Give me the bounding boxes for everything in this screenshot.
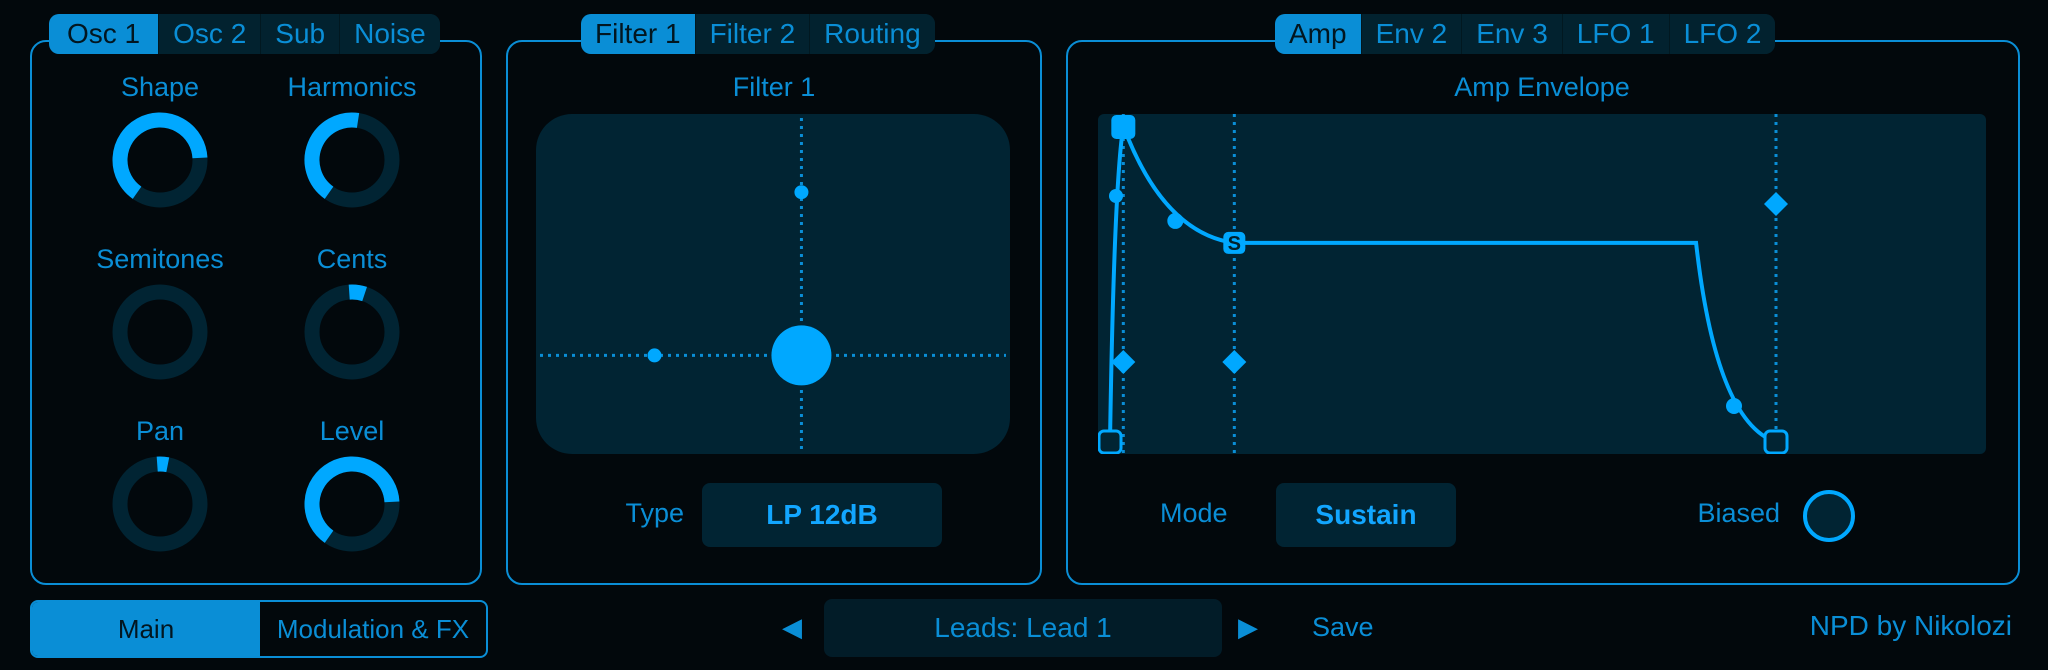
- attack-curve-handle: [1109, 189, 1123, 203]
- level-knob[interactable]: [304, 456, 400, 552]
- view-switcher: Main Modulation & FX: [30, 600, 488, 658]
- decay-curve-handle: [1167, 212, 1184, 229]
- tab-noise[interactable]: Noise: [339, 14, 440, 54]
- tab-osc-1[interactable]: Osc 1: [49, 14, 159, 54]
- knob-value-arc: [304, 112, 360, 199]
- tab-lfo-1[interactable]: LFO 1: [1561, 14, 1669, 54]
- tab-osc-2[interactable]: Osc 2: [158, 14, 261, 54]
- knob-label-semitones: Semitones: [96, 244, 224, 274]
- shape-knob[interactable]: [112, 112, 208, 208]
- harmonics-knob[interactable]: [304, 112, 400, 208]
- filter-xy-pad[interactable]: [536, 114, 1010, 454]
- tab-sub[interactable]: Sub: [260, 14, 340, 54]
- knob-label-cents: Cents: [316, 244, 388, 274]
- tab-filter-2[interactable]: Filter 2: [694, 14, 810, 54]
- view-tab-main[interactable]: Main: [32, 602, 260, 656]
- filter-title: Filter 1: [732, 72, 816, 102]
- tab-amp[interactable]: Amp: [1275, 14, 1361, 54]
- resonance-mod-handle: [794, 185, 809, 200]
- oscillator-tabs: Osc 1 Osc 2 Sub Noise: [49, 14, 440, 54]
- semitones-knob[interactable]: [112, 284, 208, 380]
- tab-routing[interactable]: Routing: [809, 14, 935, 54]
- mode-selector[interactable]: Sustain: [1276, 483, 1456, 547]
- release-curve-handle: [1726, 398, 1742, 414]
- oscillator-panel: [30, 40, 482, 585]
- envelope-background: [1098, 114, 1986, 454]
- filter-type-label: Type: [625, 498, 684, 528]
- tab-lfo-2[interactable]: LFO 2: [1668, 14, 1776, 54]
- attack-peak-handle: [1111, 115, 1136, 139]
- filter-tabs: Filter 1 Filter 2 Routing: [581, 14, 935, 54]
- mode-label: Mode: [1160, 498, 1228, 528]
- save-button[interactable]: Save: [1312, 612, 1374, 643]
- filter-main-handle: [771, 325, 832, 386]
- tab-env-2[interactable]: Env 2: [1360, 14, 1462, 54]
- sustain-handle: S: [1223, 231, 1246, 255]
- envelope-title: Amp Envelope: [1454, 72, 1630, 102]
- cents-knob[interactable]: [304, 284, 400, 380]
- knob-track: [304, 284, 400, 380]
- pan-knob[interactable]: [112, 456, 208, 552]
- knob-label-shape: Shape: [120, 72, 200, 102]
- knob-track: [112, 284, 208, 380]
- envelope-start-handle: [1098, 429, 1123, 454]
- xy-pad-background: [536, 114, 1010, 454]
- preset-name-display[interactable]: Leads: Lead 1: [824, 599, 1222, 657]
- knob-label-harmonics: Harmonics: [287, 72, 417, 102]
- envelope-tabs: Amp Env 2 Env 3 LFO 1 LFO 2: [1275, 14, 1776, 54]
- next-preset-icon[interactable]: ▶: [1238, 612, 1258, 643]
- cutoff-mod-handle: [647, 348, 662, 363]
- biased-label: Biased: [1697, 498, 1780, 528]
- view-tab-modulation-fx[interactable]: Modulation & FX: [260, 602, 486, 656]
- knob-label-level: Level: [319, 416, 385, 446]
- knob-label-pan: Pan: [135, 416, 185, 446]
- envelope-graph[interactable]: S: [1098, 114, 1986, 454]
- envelope-end-handle: [1763, 429, 1789, 454]
- tab-env-3[interactable]: Env 3: [1461, 14, 1562, 54]
- knob-value-arc: [348, 284, 367, 302]
- previous-preset-icon[interactable]: ◀: [782, 612, 802, 643]
- knob-value-arc: [156, 456, 170, 473]
- brand-label: NPD by Nikolozi: [1809, 610, 2012, 641]
- filter-type-selector[interactable]: LP 12dB: [702, 483, 942, 547]
- knob-track: [112, 456, 208, 552]
- biased-toggle[interactable]: [1803, 490, 1855, 542]
- tab-filter-1[interactable]: Filter 1: [581, 14, 695, 54]
- sustain-marker-text: S: [1228, 233, 1241, 255]
